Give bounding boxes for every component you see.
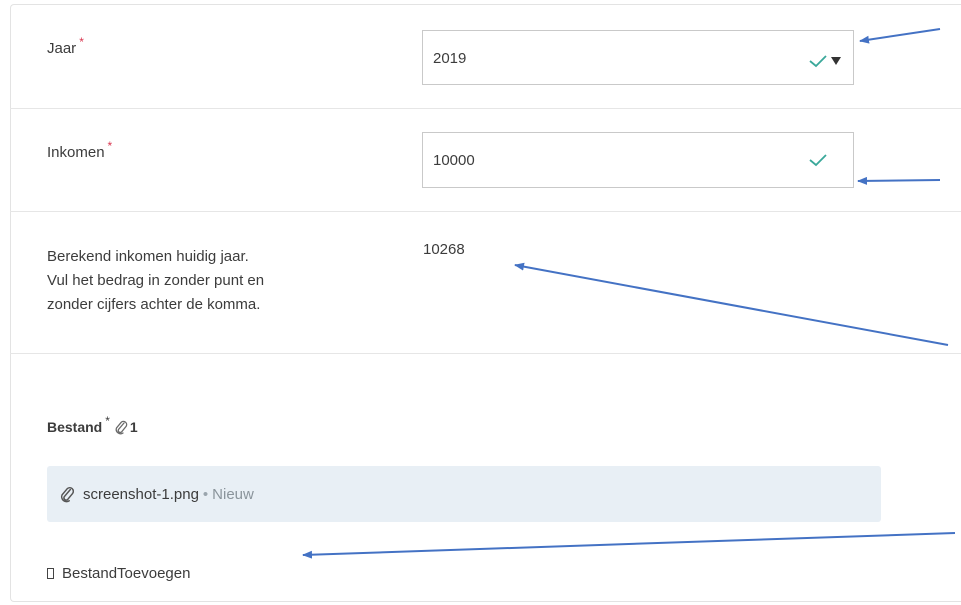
add-file-button[interactable]: BestandToevoegen — [47, 565, 190, 582]
income-label-text: Inkomen — [47, 144, 105, 161]
check-icon — [809, 55, 827, 68]
caret-down-icon[interactable] — [831, 57, 841, 65]
year-select-value: 2019 — [433, 50, 467, 67]
income-label: Inkomen * — [47, 139, 113, 164]
attachment-status: Nieuw — [212, 485, 254, 503]
paperclip-icon — [115, 420, 128, 435]
attachment-count: 1 — [129, 419, 138, 435]
divider — [10, 211, 961, 212]
file-label-text: Bestand — [47, 419, 103, 435]
required-star: * — [105, 414, 110, 428]
help-line: Vul het bedrag in zonder punt en — [47, 272, 265, 289]
divider — [10, 108, 961, 109]
year-select[interactable]: 2019 — [422, 30, 854, 85]
required-star: * — [79, 35, 84, 49]
divider — [10, 353, 961, 354]
square-glyph-icon — [47, 568, 54, 579]
calculated-income-help: Berekend inkomen huidig jaar. Vul het be… — [47, 245, 407, 317]
file-label: Bestand * 1 — [47, 414, 138, 435]
check-icon — [809, 154, 827, 167]
income-input[interactable]: 10000 — [422, 132, 854, 188]
calculated-income-value: 10268 — [423, 241, 465, 258]
income-input-value: 10000 — [433, 152, 475, 169]
paperclip-icon — [60, 486, 74, 503]
attachment-filename[interactable]: screenshot-1.png — [83, 486, 199, 503]
separator-dot: • — [202, 485, 209, 503]
page: Jaar * 2019 Inkomen * 10000 Berekend inkom… — [0, 0, 961, 605]
help-line: zonder cijfers achter de komma. — [47, 296, 261, 313]
help-line: Berekend inkomen huidig jaar. — [47, 248, 249, 265]
add-file-label: BestandToevoegen — [62, 565, 191, 582]
year-label-text: Jaar — [47, 40, 77, 57]
required-star: * — [107, 139, 113, 153]
year-label: Jaar * — [47, 35, 84, 60]
attachment-item[interactable]: screenshot-1.png • Nieuw — [47, 466, 881, 522]
